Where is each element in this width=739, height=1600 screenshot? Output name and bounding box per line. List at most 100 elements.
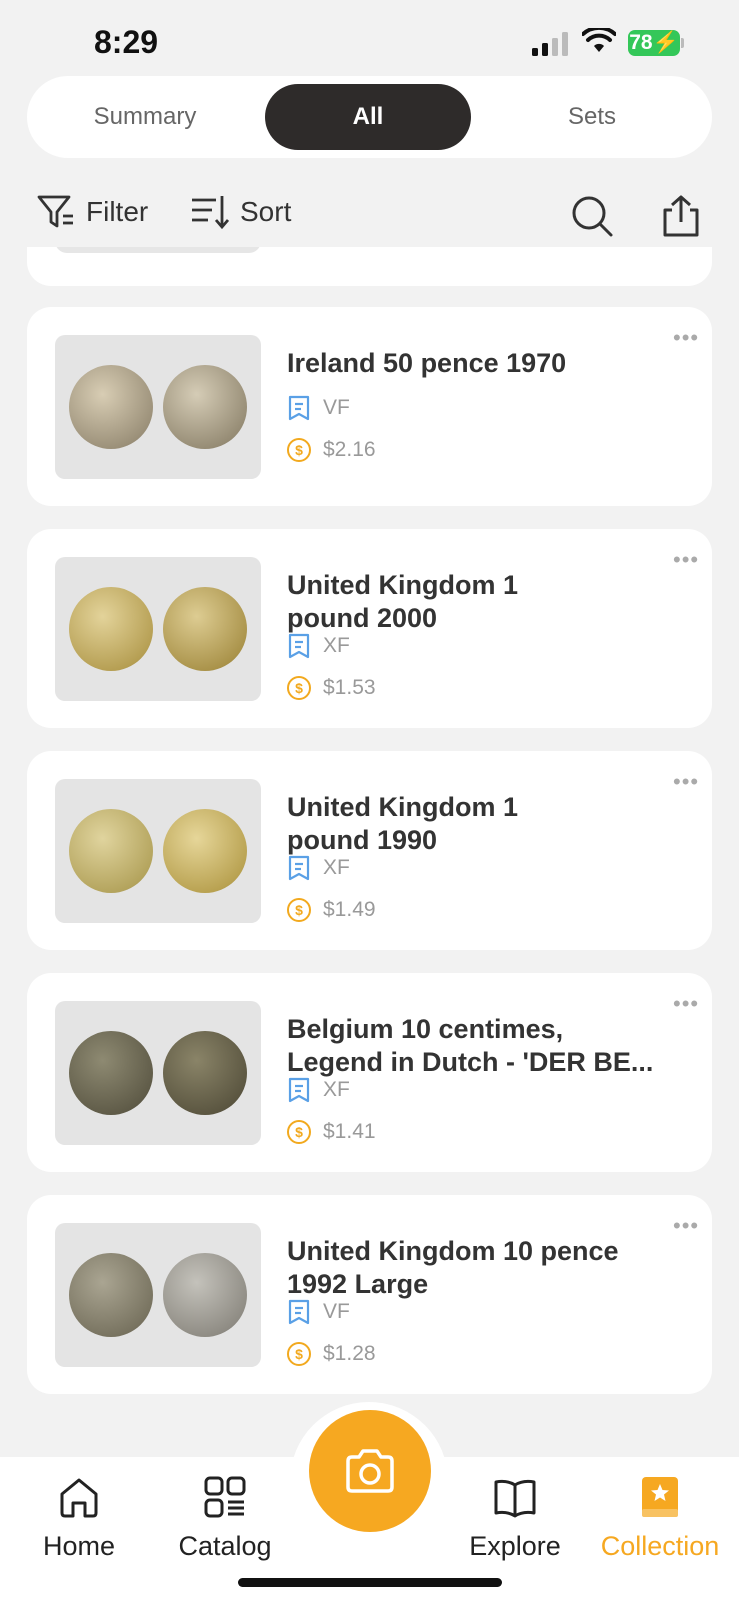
coin-card[interactable]: ••• United Kingdom 1 pound 2000 XF $ $1.… bbox=[27, 529, 712, 728]
coin-title-line1: United Kingdom 1 bbox=[287, 570, 518, 600]
dollar-icon: $ bbox=[287, 676, 311, 700]
coin-title: United Kingdom 1 pound 1990 bbox=[287, 791, 657, 857]
coin-obverse-image bbox=[69, 1253, 153, 1337]
dollar-icon: $ bbox=[287, 1120, 311, 1144]
toolbar: Filter Sort bbox=[0, 180, 739, 250]
more-options-icon[interactable]: ••• bbox=[673, 1213, 699, 1239]
more-options-icon[interactable]: ••• bbox=[673, 325, 699, 351]
tab-home-label: Home bbox=[42, 1531, 116, 1561]
filter-button[interactable]: Filter bbox=[36, 192, 148, 232]
coin-title-line2: Legend in Dutch - 'DER BE... bbox=[287, 1047, 654, 1077]
grade-value: XF bbox=[323, 634, 350, 657]
filter-icon bbox=[37, 195, 73, 228]
coin-obverse-image bbox=[69, 1031, 153, 1115]
more-options-icon[interactable]: ••• bbox=[673, 991, 699, 1017]
price-row: $ $1.41 bbox=[287, 1120, 376, 1144]
more-options-icon[interactable]: ••• bbox=[673, 547, 699, 573]
coin-title: United Kingdom 10 pence 1992 Large bbox=[287, 1235, 657, 1301]
coin-reverse-image bbox=[163, 1031, 247, 1115]
price-row: $ $1.28 bbox=[287, 1342, 376, 1366]
battery-icon: 78 ⚡ bbox=[628, 30, 680, 56]
price-value: $1.41 bbox=[323, 1120, 376, 1143]
coin-card[interactable]: ••• United Kingdom 1 pound 1990 XF $ $1.… bbox=[27, 751, 712, 950]
grade-icon bbox=[288, 855, 310, 881]
camera-button[interactable] bbox=[309, 1410, 431, 1532]
grade-row: XF bbox=[287, 1077, 350, 1103]
price-value: $1.53 bbox=[323, 676, 376, 699]
sort-icon bbox=[192, 196, 230, 230]
catalog-icon bbox=[204, 1476, 246, 1518]
battery-level: 78 bbox=[629, 31, 653, 54]
segment-sets[interactable]: Sets bbox=[481, 84, 703, 150]
tab-home[interactable]: Home bbox=[9, 1475, 149, 1562]
status-bar: 8:29 78 ⚡ bbox=[0, 0, 739, 80]
sort-button[interactable]: Sort bbox=[190, 192, 291, 232]
partial-card[interactable] bbox=[27, 247, 712, 286]
partial-thumbnail bbox=[55, 247, 261, 253]
coin-title: Ireland 50 pence 1970 bbox=[287, 348, 567, 378]
coin-title-line2: pound 2000 bbox=[287, 603, 438, 633]
coin-card[interactable]: ••• Ireland 50 pence 1970 VF $ $2.16 bbox=[27, 307, 712, 506]
grade-row: VF bbox=[287, 395, 350, 421]
coin-obverse-image bbox=[69, 365, 153, 449]
filter-label: Filter bbox=[86, 196, 149, 227]
grade-icon bbox=[288, 1299, 310, 1325]
coin-thumbnail bbox=[55, 335, 261, 479]
search-icon[interactable] bbox=[570, 194, 614, 238]
coin-obverse-image bbox=[69, 809, 153, 893]
tab-catalog-label: Catalog bbox=[178, 1531, 272, 1561]
coin-thumbnail bbox=[55, 1223, 261, 1367]
dollar-icon: $ bbox=[287, 438, 311, 462]
coin-thumbnail bbox=[55, 1001, 261, 1145]
coin-card[interactable]: ••• United Kingdom 10 pence 1992 Large V… bbox=[27, 1195, 712, 1394]
dollar-icon: $ bbox=[287, 1342, 311, 1366]
tab-collection-label: Collection bbox=[600, 1531, 720, 1561]
home-icon bbox=[60, 1478, 98, 1518]
coin-title-line1: United Kingdom 10 pence bbox=[287, 1236, 619, 1266]
grade-value: XF bbox=[323, 856, 350, 879]
wifi-icon bbox=[582, 28, 616, 52]
grade-row: XF bbox=[287, 855, 350, 881]
tab-collection[interactable]: Collection bbox=[590, 1475, 730, 1562]
coin-title: United Kingdom 1 pound 2000 bbox=[287, 569, 657, 635]
dollar-icon: $ bbox=[287, 898, 311, 922]
camera-icon bbox=[346, 1449, 394, 1493]
view-segmented-control: Summary All Sets bbox=[27, 76, 712, 158]
price-value: $1.28 bbox=[323, 1342, 376, 1365]
tab-explore-label: Explore bbox=[469, 1531, 561, 1561]
cellular-signal-icon bbox=[532, 32, 568, 56]
status-time: 8:29 bbox=[94, 24, 159, 60]
home-indicator bbox=[238, 1578, 502, 1587]
coin-reverse-image bbox=[163, 365, 247, 449]
coin-title-line1: Belgium 10 centimes, bbox=[287, 1014, 564, 1044]
battery-cap bbox=[681, 38, 684, 48]
more-options-icon[interactable]: ••• bbox=[673, 769, 699, 795]
grade-value: XF bbox=[323, 1078, 350, 1101]
coin-title-line2: 1992 Large bbox=[287, 1269, 429, 1299]
coin-card[interactable]: ••• Belgium 10 centimes, Legend in Dutch… bbox=[27, 973, 712, 1172]
coin-reverse-image bbox=[163, 587, 247, 671]
segment-summary[interactable]: Summary bbox=[35, 84, 255, 150]
segment-all[interactable]: All bbox=[265, 84, 471, 150]
coin-thumbnail bbox=[55, 779, 261, 923]
tab-catalog[interactable]: Catalog bbox=[155, 1475, 295, 1562]
coin-obverse-image bbox=[69, 587, 153, 671]
coin-thumbnail bbox=[55, 557, 261, 701]
grade-value: VF bbox=[323, 396, 350, 419]
price-value: $2.16 bbox=[323, 438, 376, 461]
coin-title-line1: United Kingdom 1 bbox=[287, 792, 518, 822]
grade-row: XF bbox=[287, 633, 350, 659]
book-icon bbox=[494, 1479, 536, 1518]
coin-reverse-image bbox=[163, 1253, 247, 1337]
grade-icon bbox=[288, 633, 310, 659]
grade-icon bbox=[288, 1077, 310, 1103]
share-icon[interactable] bbox=[660, 194, 702, 238]
grade-row: VF bbox=[287, 1299, 350, 1325]
coin-title-line2: pound 1990 bbox=[287, 825, 438, 855]
price-row: $ $1.49 bbox=[287, 898, 376, 922]
price-row: $ $1.53 bbox=[287, 676, 376, 700]
coin-list: ••• Ireland 50 pence 1970 VF $ $2.16 •••… bbox=[0, 247, 739, 1457]
tab-explore[interactable]: Explore bbox=[445, 1475, 585, 1562]
coin-reverse-image bbox=[163, 809, 247, 893]
grade-value: VF bbox=[323, 1300, 350, 1323]
